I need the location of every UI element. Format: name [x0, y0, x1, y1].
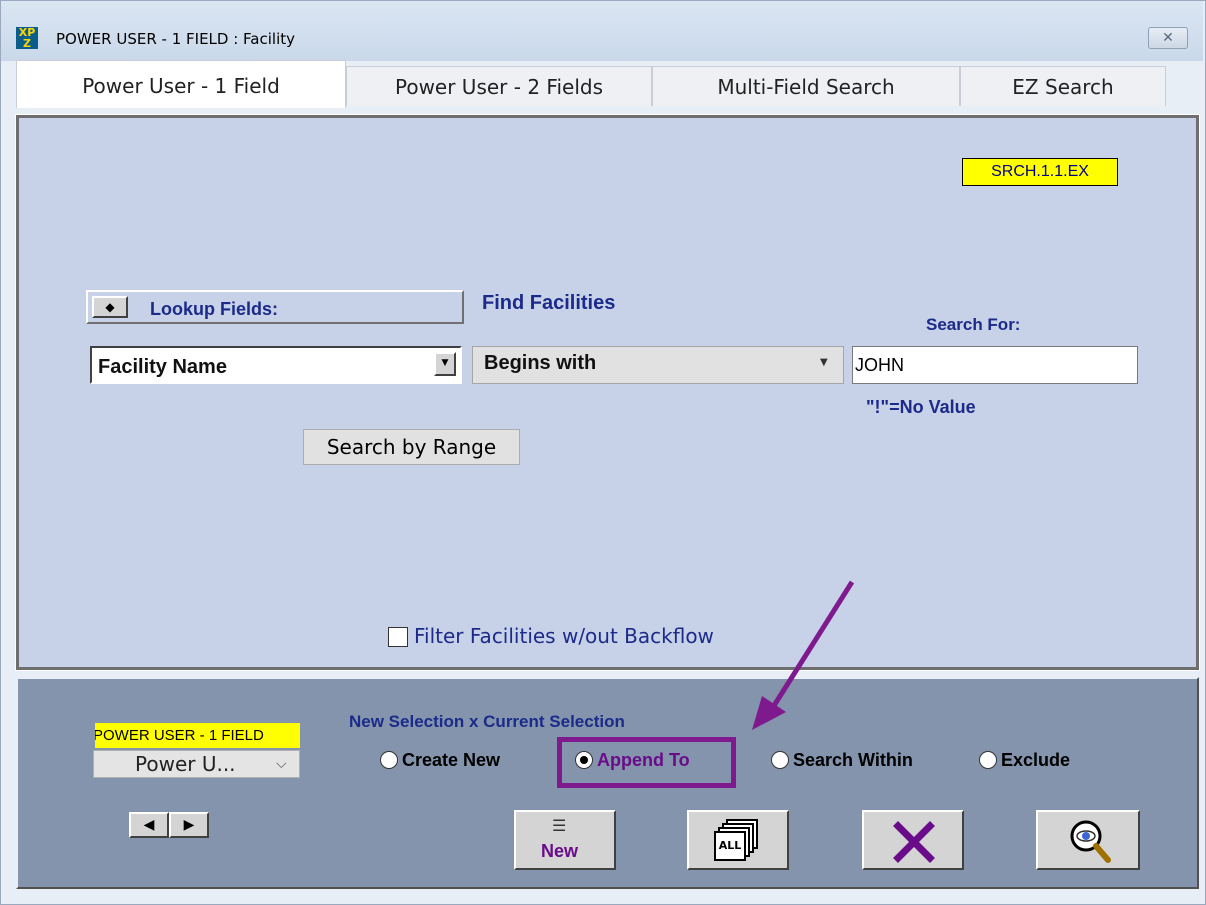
next-button[interactable]: ▶ — [169, 812, 209, 838]
close-x-icon — [892, 820, 936, 864]
selection-mode-heading: New Selection x Current Selection — [349, 712, 625, 731]
window-title: POWER USER - 1 FIELD : Facility — [56, 30, 295, 48]
radio-exclude-label[interactable]: Exclude — [1001, 749, 1070, 771]
radio-search-within[interactable] — [771, 751, 789, 769]
cancel-button[interactable] — [862, 810, 964, 870]
annotation-highlight-box — [557, 737, 736, 788]
find-facilities-label: Find Facilities — [482, 292, 616, 314]
app-logo-icon: XP Z — [16, 27, 38, 49]
search-criteria-panel — [15, 114, 1200, 671]
select-all-button[interactable]: ALL — [687, 810, 789, 870]
tab-power-user-1-field[interactable]: Power User - 1 Field — [16, 60, 346, 108]
list-icon: ☰ — [552, 816, 567, 835]
tab-multi-field-search[interactable]: Multi-Field Search — [652, 66, 960, 106]
tab-power-user-2-fields[interactable]: Power User - 2 Fields — [346, 66, 652, 106]
view-search-button[interactable] — [1036, 810, 1140, 870]
all-button-label: ALL — [718, 839, 742, 852]
lookup-field-value: Facility Name — [98, 356, 227, 378]
no-value-hint: "!"=No Value — [866, 397, 976, 417]
new-selection-button[interactable]: ☰ New — [514, 810, 616, 870]
magnifier-eye-icon — [1066, 818, 1114, 866]
arrow-right-icon: ▶ — [183, 817, 195, 833]
filter-backflow-label[interactable]: Filter Facilities w/out Backflow — [414, 624, 714, 648]
close-button[interactable]: ✕ — [1148, 27, 1188, 49]
radio-create-new[interactable] — [380, 751, 398, 769]
search-input[interactable]: JOHN — [852, 346, 1138, 384]
search-by-range-button[interactable]: Search by Range — [303, 429, 520, 465]
operator-value: Begins with — [484, 352, 597, 374]
previous-button[interactable]: ◀ — [129, 812, 169, 838]
diamond-icon[interactable]: ◆ — [92, 296, 128, 318]
lookup-fields-label: Lookup Fields: — [150, 299, 278, 319]
close-icon: ✕ — [1162, 30, 1174, 46]
search-mode-label: POWER USER - 1 FIELD — [95, 723, 300, 748]
search-for-label: Search For: — [926, 315, 1021, 334]
tab-ez-search[interactable]: EZ Search — [960, 66, 1166, 106]
filter-backflow-checkbox[interactable] — [388, 627, 408, 647]
search-mode-value: Power U... — [135, 752, 236, 776]
chevron-down-icon[interactable]: ▼ — [820, 356, 828, 370]
radio-exclude[interactable] — [979, 751, 997, 769]
arrow-left-icon: ◀ — [143, 817, 155, 833]
radio-create-new-label[interactable]: Create New — [402, 749, 500, 771]
new-button-label: New — [541, 841, 579, 861]
all-records-icon: ALL — [711, 818, 763, 862]
chevron-down-icon[interactable]: ⌵ — [276, 752, 287, 776]
screen-code-badge: SRCH.1.1.EX — [962, 158, 1118, 186]
dropdown-arrow-icon[interactable]: ▼ — [434, 352, 456, 376]
radio-search-within-label[interactable]: Search Within — [793, 749, 913, 771]
